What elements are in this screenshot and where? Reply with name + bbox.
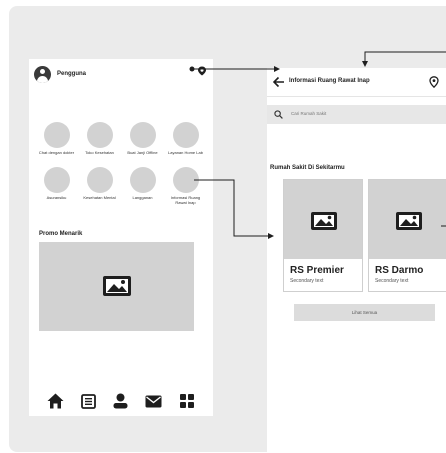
service-icon bbox=[172, 122, 199, 148]
flow-arrow bbox=[362, 51, 446, 67]
service-icon bbox=[172, 167, 199, 193]
location-icon[interactable] bbox=[197, 66, 207, 76]
service-icon bbox=[129, 167, 156, 193]
service-label: Langganan bbox=[132, 195, 153, 200]
service-item-rawat-inap[interactable]: Informasi Ruang Rawat Inap bbox=[164, 167, 207, 210]
back-arrow-icon[interactable] bbox=[273, 76, 285, 88]
service-item[interactable]: Kesehatan Mental bbox=[78, 167, 121, 210]
service-icon bbox=[43, 167, 70, 193]
service-icon bbox=[43, 122, 70, 148]
user-header[interactable]: Pengguna bbox=[34, 64, 86, 84]
promo-title: Promo Menarik bbox=[39, 231, 83, 237]
service-icon bbox=[86, 167, 113, 193]
profile-icon[interactable] bbox=[112, 392, 130, 410]
service-grid: Chat dengan dokter Toko Kesehatan Buat J… bbox=[35, 122, 207, 210]
see-all-button[interactable]: Lihat Semua bbox=[294, 304, 435, 321]
location-icon[interactable] bbox=[429, 76, 439, 88]
section-title: Rumah Sakit Di Sekitarmu bbox=[270, 165, 345, 171]
search-bar[interactable] bbox=[267, 105, 446, 124]
detail-screen: Informasi Ruang Rawat Inap Rumah Sakit D… bbox=[267, 68, 446, 452]
service-item[interactable]: Layanan Home Lab bbox=[164, 122, 207, 165]
service-item[interactable]: Langganan bbox=[121, 167, 164, 210]
avatar-icon bbox=[34, 65, 51, 83]
card-title: RS Premier bbox=[290, 265, 344, 276]
image-icon bbox=[311, 212, 337, 230]
detail-header: Informasi Ruang Rawat Inap bbox=[267, 68, 446, 97]
mail-icon[interactable] bbox=[145, 392, 163, 410]
service-label: Kesehatan Mental bbox=[83, 195, 116, 200]
user-label: Pengguna bbox=[57, 71, 87, 77]
image-icon bbox=[396, 212, 422, 230]
search-input[interactable] bbox=[291, 111, 431, 116]
home-icon[interactable] bbox=[46, 392, 64, 410]
document-icon[interactable] bbox=[79, 392, 97, 410]
card-title: RS Darmo bbox=[375, 265, 424, 276]
service-label: Buat Janji Offline bbox=[127, 150, 158, 155]
service-item[interactable]: Asuransiku bbox=[35, 167, 78, 210]
service-item[interactable]: Chat dengan dokter bbox=[35, 122, 78, 165]
service-label: Chat dengan dokter bbox=[38, 150, 75, 155]
search-icon bbox=[274, 110, 283, 119]
grid-icon[interactable] bbox=[178, 392, 196, 410]
service-icon bbox=[129, 122, 156, 148]
service-label: Asuransiku bbox=[46, 195, 67, 200]
promo-banner[interactable] bbox=[39, 242, 194, 331]
card-image bbox=[369, 180, 446, 259]
page-title: Informasi Ruang Rawat Inap bbox=[289, 78, 370, 84]
service-item[interactable]: Toko Kesehatan bbox=[78, 122, 121, 165]
home-screen: Pengguna Chat dengan dokter Toko Kesehat… bbox=[29, 59, 213, 416]
image-icon bbox=[103, 276, 131, 296]
service-label: Toko Kesehatan bbox=[85, 150, 114, 155]
hospital-card[interactable]: RS Premier Secondary text bbox=[283, 179, 363, 292]
card-image bbox=[284, 180, 362, 259]
card-subtitle: Secondary text bbox=[290, 278, 324, 284]
service-label: Layanan Home Lab bbox=[168, 150, 203, 155]
hospital-card[interactable]: RS Darmo Secondary text bbox=[368, 179, 446, 292]
service-item[interactable]: Buat Janji Offline bbox=[121, 122, 164, 165]
card-subtitle: Secondary text bbox=[375, 278, 409, 284]
service-label: Informasi Ruang Rawat Inap bbox=[170, 195, 201, 205]
service-icon bbox=[86, 122, 113, 148]
wireframe-canvas: Pengguna Chat dengan dokter Toko Kesehat… bbox=[9, 6, 446, 452]
bottom-nav bbox=[29, 386, 213, 416]
